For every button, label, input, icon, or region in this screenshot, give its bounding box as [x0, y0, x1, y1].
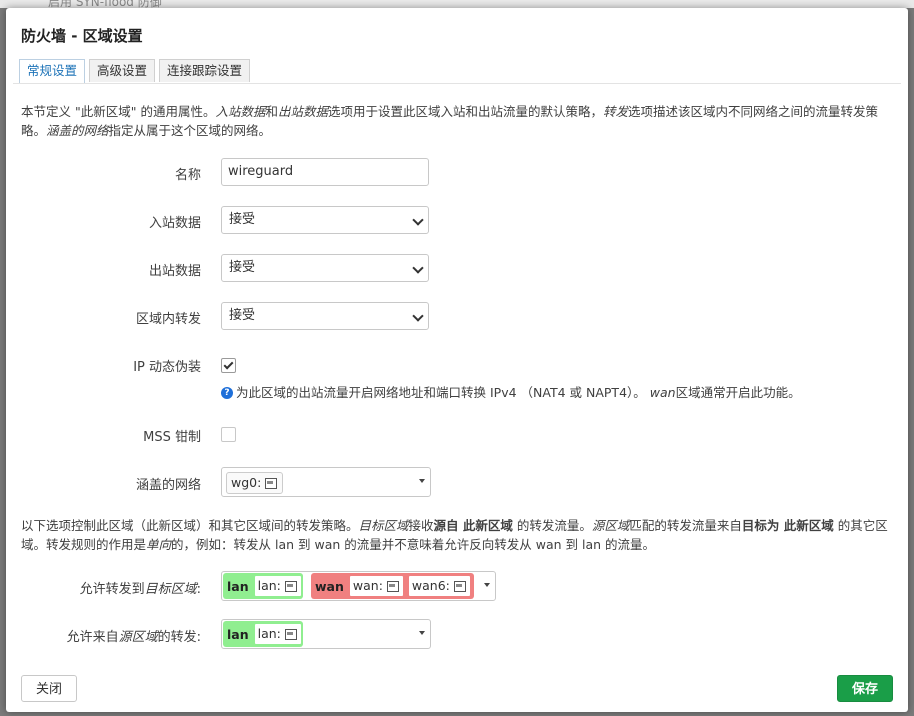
name-label: 名称: [174, 168, 201, 183]
network-interface-icon: [386, 580, 400, 592]
zone-pill-wan[interactable]: wan wan: wan6:: [311, 573, 474, 599]
input-policy-label: 入站数据: [148, 216, 201, 231]
masquerading-label: IP 动态伪装: [133, 360, 201, 375]
zone-pill-lan[interactable]: lan lan:: [223, 573, 303, 599]
tab-divider: [13, 83, 901, 84]
forwarding-description: 以下选项控制此区域（此新区域）和其它区域间的转发策略。目标区域接收源自 此新区域…: [21, 518, 888, 552]
zone-pill-lan[interactable]: lan lan:: [223, 621, 303, 647]
input-policy-select[interactable]: 接受: [221, 206, 429, 234]
section-description: 本节定义 "此新区域" 的通用属性。入站数据和出站数据选项用于设置此区域入站和出…: [21, 104, 879, 138]
tab-bar: 常规设置 高级设置 连接跟踪设置: [19, 59, 254, 83]
output-policy-label: 出站数据: [148, 264, 201, 279]
zone-settings-dialog: 防火墙 - 区域设置 常规设置 高级设置 连接跟踪设置 本节定义 "此新区域" …: [6, 8, 908, 712]
dropdown-arrow-icon: [419, 631, 425, 635]
forward-policy-select[interactable]: 接受: [221, 302, 429, 330]
allow-forward-from-dropdown[interactable]: lan lan:: [221, 619, 431, 649]
network-interface-icon: [264, 477, 278, 489]
covered-networks-label: 涵盖的网络: [135, 478, 201, 493]
allow-forward-to-dropdown[interactable]: lan lan: wan wan: wan6:: [221, 571, 496, 601]
masquerading-help: ? 为此区域的出站流量开启网络地址和端口转换 IPv4 （NAT4 或 NAPT4…: [221, 382, 801, 401]
covered-networks-dropdown[interactable]: wg0:: [221, 467, 431, 497]
network-interface-icon: [284, 580, 298, 592]
background-page-strip: 启用 SYN-flood 防御: [0, 0, 914, 8]
save-button[interactable]: 保存: [837, 675, 894, 702]
masquerading-checkbox[interactable]: [221, 358, 236, 373]
tab-conntrack[interactable]: 连接跟踪设置: [159, 59, 251, 82]
network-interface-icon: [453, 580, 467, 592]
dropdown-arrow-icon: [484, 583, 490, 587]
background-strip-text: 启用 SYN-flood 防御: [48, 0, 162, 8]
forward-policy-label: 区域内转发: [135, 312, 201, 327]
close-button[interactable]: 关闭: [21, 675, 78, 702]
allow-forward-to-label: 允许转发到目标区域:: [79, 582, 201, 597]
chevron-down-icon: [412, 214, 424, 226]
chevron-down-icon: [412, 310, 424, 322]
name-input[interactable]: wireguard: [221, 158, 429, 186]
tab-general[interactable]: 常规设置: [19, 59, 86, 83]
network-tag-wg0: wg0:: [226, 472, 284, 494]
help-icon: ?: [221, 387, 233, 399]
mss-clamping-checkbox[interactable]: [221, 427, 236, 442]
mss-clamping-label: MSS 钳制: [143, 430, 201, 445]
tab-advanced[interactable]: 高级设置: [89, 59, 156, 82]
dropdown-arrow-icon: [419, 479, 425, 483]
allow-forward-from-label: 允许来自源区域的转发:: [66, 630, 201, 645]
output-policy-select[interactable]: 接受: [221, 254, 429, 282]
network-interface-icon: [284, 628, 298, 640]
chevron-down-icon: [412, 262, 424, 274]
dialog-title: 防火墙 - 区域设置: [21, 27, 143, 45]
